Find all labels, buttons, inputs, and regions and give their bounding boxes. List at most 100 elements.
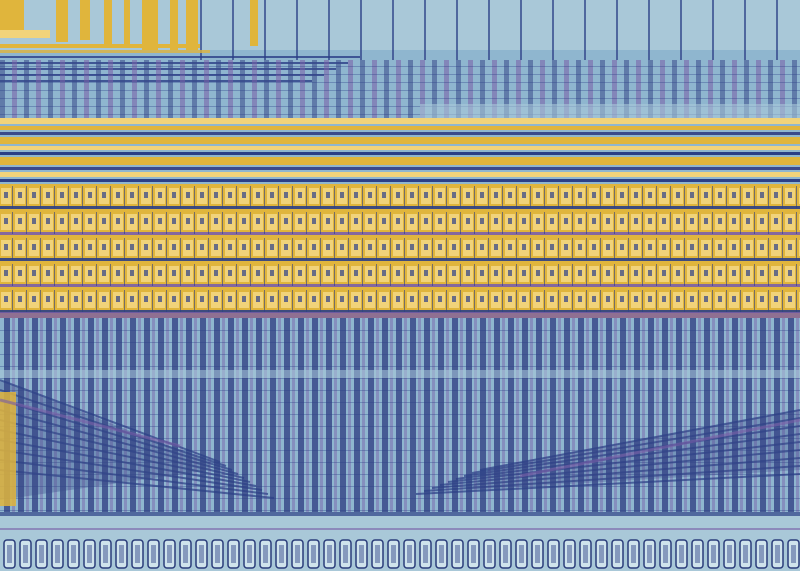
cell-row-rail xyxy=(0,206,800,209)
cell-divider xyxy=(390,238,391,260)
cell-contact xyxy=(18,192,22,198)
vertical-trace xyxy=(360,0,362,60)
cell-contact xyxy=(116,270,120,276)
cell-divider xyxy=(740,212,741,234)
cell-contact xyxy=(340,244,344,250)
bus-line xyxy=(0,126,800,130)
cell-divider xyxy=(138,212,139,234)
cell-contact xyxy=(494,218,498,224)
cell-contact xyxy=(228,270,232,276)
cell-contact xyxy=(326,192,330,198)
cell-divider xyxy=(782,186,783,208)
cell-divider xyxy=(656,238,657,260)
cell-contact xyxy=(550,270,554,276)
upper-pad-strip xyxy=(420,104,800,120)
cell-divider xyxy=(404,264,405,286)
cell-contact xyxy=(186,192,190,198)
cell-divider xyxy=(348,264,349,286)
cell-contact xyxy=(270,244,274,250)
lower-column xyxy=(606,318,612,518)
pad-center xyxy=(759,545,764,563)
cell-contact xyxy=(508,270,512,276)
cell-divider xyxy=(12,290,13,312)
cell-contact xyxy=(564,192,568,198)
cell-divider xyxy=(432,212,433,234)
cell-divider xyxy=(446,186,447,208)
bus-line xyxy=(0,152,800,155)
pad-row xyxy=(0,512,800,571)
cell-divider xyxy=(292,290,293,312)
cell-divider xyxy=(166,186,167,208)
cell-contact xyxy=(144,192,148,198)
pad-center xyxy=(551,545,556,563)
cell-contact xyxy=(354,192,358,198)
cell-divider xyxy=(404,290,405,312)
cell-contact xyxy=(284,192,288,198)
cell-divider xyxy=(684,186,685,208)
cell-contact xyxy=(200,244,204,250)
cell-divider xyxy=(670,186,671,208)
lower-column xyxy=(326,318,332,518)
cell-contact xyxy=(648,270,652,276)
cell-divider xyxy=(26,212,27,234)
cell-contact xyxy=(396,244,400,250)
cell-contact xyxy=(46,270,50,276)
pad-center xyxy=(199,545,204,563)
cell-divider xyxy=(68,238,69,260)
cell-divider xyxy=(348,238,349,260)
cell-contact xyxy=(270,218,274,224)
cell-divider xyxy=(446,238,447,260)
cell-divider xyxy=(544,264,545,286)
cell-contact xyxy=(158,192,162,198)
cell-array xyxy=(0,184,800,318)
cell-divider xyxy=(460,264,461,286)
cell-divider xyxy=(348,186,349,208)
cell-divider xyxy=(474,212,475,234)
lower-column-rail xyxy=(362,318,365,518)
cell-contact xyxy=(396,270,400,276)
lower-column-rail xyxy=(558,318,561,518)
pad-center xyxy=(503,545,508,563)
cell-contact xyxy=(46,192,50,198)
pad-row-rail xyxy=(0,528,800,530)
cell-divider xyxy=(152,238,153,260)
cell-divider xyxy=(586,290,587,312)
pad-center xyxy=(295,545,300,563)
cell-divider xyxy=(530,290,531,312)
cell-contact xyxy=(382,218,386,224)
lower-column xyxy=(578,318,584,518)
lower-column-rail xyxy=(712,318,715,518)
vertical-trace xyxy=(552,0,554,60)
cell-contact xyxy=(704,192,708,198)
cell-contact xyxy=(578,218,582,224)
cell-divider xyxy=(40,212,41,234)
pad-center xyxy=(647,545,652,563)
cell-contact xyxy=(410,270,414,276)
lower-column-rail xyxy=(600,318,603,518)
cell-divider xyxy=(54,238,55,260)
lower-column-rail xyxy=(656,318,659,518)
cell-divider xyxy=(152,212,153,234)
pad-center xyxy=(375,545,380,563)
cell-divider xyxy=(12,264,13,286)
vertical-trace xyxy=(232,0,234,60)
cell-divider xyxy=(754,186,755,208)
cell-divider xyxy=(768,238,769,260)
cell-contact xyxy=(522,244,526,250)
gold-wire xyxy=(124,0,130,46)
lower-column xyxy=(718,318,724,518)
cell-divider xyxy=(782,212,783,234)
cell-contact xyxy=(60,218,64,224)
cell-contact xyxy=(466,296,470,302)
lower-column-rail xyxy=(334,318,337,518)
cell-divider xyxy=(26,186,27,208)
cell-divider xyxy=(292,212,293,234)
gold-wire xyxy=(142,0,158,50)
cell-divider xyxy=(278,212,279,234)
cell-divider xyxy=(180,186,181,208)
cell-contact xyxy=(18,244,22,250)
cell-contact xyxy=(32,296,36,302)
cell-contact xyxy=(368,270,372,276)
pad-center xyxy=(247,545,252,563)
cell-divider xyxy=(418,238,419,260)
